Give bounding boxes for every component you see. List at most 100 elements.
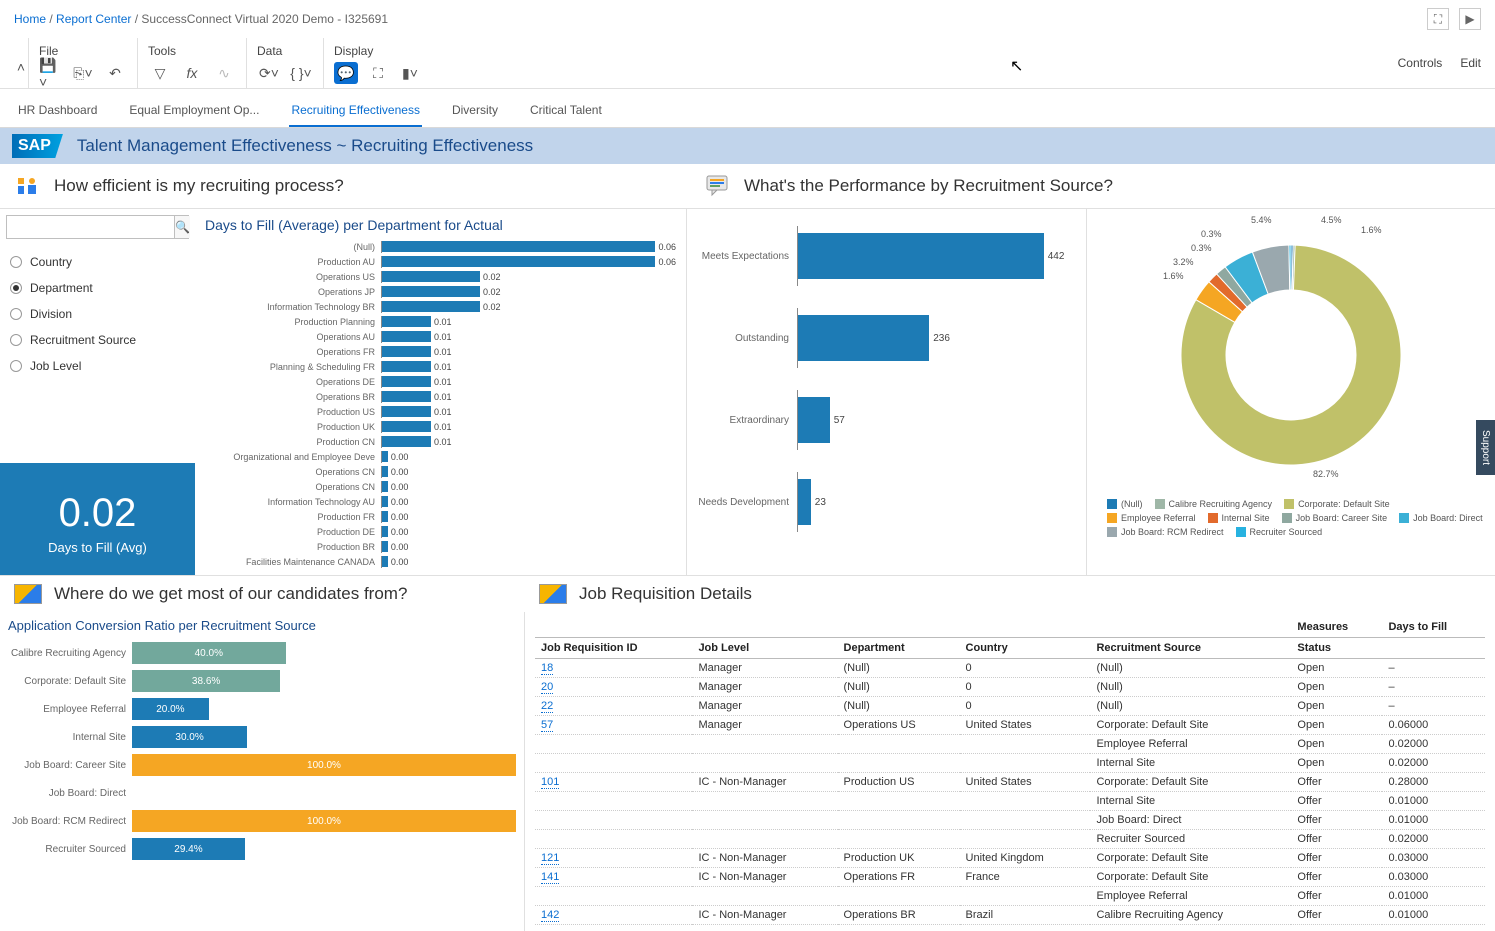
legend-item[interactable]: Recruiter Sourced [1236, 527, 1323, 537]
req-id-link[interactable]: 57 [541, 719, 553, 732]
legend-item[interactable]: Job Board: Career Site [1282, 513, 1388, 523]
table-row[interactable]: 57ManagerOperations USUnited StatesCorpo… [535, 716, 1485, 735]
search-input[interactable] [7, 216, 174, 238]
filter-country[interactable]: Country [10, 249, 185, 275]
bar-row[interactable]: Operations FR0.01 [199, 344, 676, 359]
perf-bar-row[interactable]: Outstanding236 [697, 297, 1076, 379]
conv-bar-row[interactable]: Corporate: Default Site38.6% [8, 667, 516, 695]
req-id-link[interactable]: 101 [541, 776, 559, 789]
table-row[interactable]: Employee ReferralOpen0.02000 [535, 735, 1485, 754]
table-row[interactable]: 20Manager(Null)0(Null)Open– [535, 678, 1485, 697]
conv-bar-row[interactable]: Job Board: Direct [8, 779, 516, 807]
bar-row[interactable]: Operations AU0.01 [199, 329, 676, 344]
collapse-icon[interactable]: ˄ [14, 56, 28, 78]
bar-row[interactable]: Operations DE0.01 [199, 374, 676, 389]
conv-bar-row[interactable]: Internal Site30.0% [8, 723, 516, 751]
braces-icon[interactable]: { }˅ [289, 62, 313, 84]
copy-icon[interactable]: ⎘˅ [71, 62, 95, 84]
filter-department[interactable]: Department [10, 275, 185, 301]
bar-row[interactable]: Information Technology AU0.00 [199, 494, 676, 509]
menu-tools[interactable]: Tools [148, 42, 236, 62]
filter-division[interactable]: Division [10, 301, 185, 327]
req-id-link[interactable]: 18 [541, 662, 553, 675]
link-icon[interactable]: ∿ [212, 62, 236, 84]
legend-item[interactable]: Job Board: RCM Redirect [1107, 527, 1224, 537]
perf-bar-row[interactable]: Needs Development23 [697, 461, 1076, 543]
col-header[interactable] [1382, 638, 1485, 659]
col-header[interactable]: Status [1291, 638, 1382, 659]
bar-row[interactable]: Organizational and Employee Deve0.00 [199, 449, 676, 464]
breadcrumb-home[interactable]: Home [14, 12, 46, 26]
bar-row[interactable]: Operations CN0.00 [199, 464, 676, 479]
expand-icon[interactable]: ⛶ [1427, 8, 1449, 30]
legend-item[interactable]: Employee Referral [1107, 513, 1196, 523]
play-icon[interactable]: ▶ [1459, 8, 1481, 30]
table-row[interactable]: Job Board: DirectOffer0.01000 [535, 811, 1485, 830]
table-row[interactable]: 141IC - Non-ManagerOperations FRFranceCo… [535, 868, 1485, 887]
table-row[interactable]: 22Manager(Null)0(Null)Open– [535, 697, 1485, 716]
table-row[interactable]: Internal SiteOffer0.01000 [535, 792, 1485, 811]
revert-icon[interactable]: ↶ [103, 62, 127, 84]
req-id-link[interactable]: 20 [541, 681, 553, 694]
perf-bar-row[interactable]: Extraordinary57 [697, 379, 1076, 461]
legend-item[interactable]: (Null) [1107, 499, 1143, 509]
conv-bar-row[interactable]: Calibre Recruiting Agency40.0% [8, 639, 516, 667]
support-tab[interactable]: Support [1476, 420, 1495, 475]
bar-row[interactable]: Planning & Scheduling FR0.01 [199, 359, 676, 374]
bar-row[interactable]: Production BR0.00 [199, 539, 676, 554]
filter-job-level[interactable]: Job Level [10, 353, 185, 379]
bar-row[interactable]: Facilities Maintenance CANADA0.00 [199, 554, 676, 569]
conv-bar-row[interactable]: Job Board: Career Site100.0% [8, 751, 516, 779]
tab-diversity[interactable]: Diversity [450, 97, 500, 127]
bar-row[interactable]: Production DE0.00 [199, 524, 676, 539]
bar-row[interactable]: Production AU0.06 [199, 254, 676, 269]
table-row[interactable]: Recruiter SourcedOffer0.02000 [535, 830, 1485, 849]
table-row[interactable]: 121IC - Non-ManagerProduction UKUnited K… [535, 849, 1485, 868]
menu-display[interactable]: Display [334, 42, 422, 62]
controls-link[interactable]: Controls [1398, 56, 1443, 70]
tab-critical-talent[interactable]: Critical Talent [528, 97, 604, 127]
bar-row[interactable]: Production FR0.00 [199, 509, 676, 524]
perf-bar-row[interactable]: Meets Expectations442 [697, 215, 1076, 297]
bar-row[interactable]: Operations BR0.01 [199, 389, 676, 404]
bar-row[interactable]: Production Planning0.01 [199, 314, 676, 329]
tab-equal-employment-op-[interactable]: Equal Employment Op... [127, 97, 261, 127]
conv-bar-row[interactable]: Job Board: RCM Redirect100.0% [8, 807, 516, 835]
bar-row[interactable]: Production US0.01 [199, 404, 676, 419]
legend-item[interactable]: Internal Site [1208, 513, 1270, 523]
legend-item[interactable]: Job Board: Direct [1399, 513, 1483, 523]
bar-row[interactable]: Operations CN0.00 [199, 479, 676, 494]
table-row[interactable]: Internal SiteOpen0.02000 [535, 754, 1485, 773]
col-header[interactable]: Recruitment Source [1090, 638, 1291, 659]
legend-item[interactable]: Calibre Recruiting Agency [1155, 499, 1273, 509]
table-row[interactable]: 142IC - Non-ManagerOperations BRBrazilCa… [535, 906, 1485, 925]
bookmark-icon[interactable]: ▮˅ [398, 62, 422, 84]
bar-row[interactable]: Production CN0.01 [199, 434, 676, 449]
table-row[interactable]: 18Manager(Null)0(Null)Open– [535, 659, 1485, 678]
req-id-link[interactable]: 142 [541, 909, 559, 922]
tab-recruiting-effectiveness[interactable]: Recruiting Effectiveness [289, 97, 422, 127]
bar-row[interactable]: Operations US0.02 [199, 269, 676, 284]
table-row[interactable]: 101IC - Non-ManagerProduction USUnited S… [535, 773, 1485, 792]
filter-icon[interactable]: ▽ [148, 62, 172, 84]
filter-recruitment-source[interactable]: Recruitment Source [10, 327, 185, 353]
bar-row[interactable]: Operations JP0.02 [199, 284, 676, 299]
bar-row[interactable]: Production UK0.01 [199, 419, 676, 434]
col-header[interactable]: Department [838, 638, 960, 659]
comment-icon[interactable]: 💬 [334, 62, 358, 84]
tab-hr-dashboard[interactable]: HR Dashboard [16, 97, 99, 127]
refresh-icon[interactable]: ⟳˅ [257, 62, 281, 84]
bar-row[interactable]: (Null)0.06 [199, 239, 676, 254]
req-id-link[interactable]: 22 [541, 700, 553, 713]
table-row[interactable]: Employee ReferralOffer0.01000 [535, 887, 1485, 906]
formula-icon[interactable]: fx [180, 62, 204, 84]
search-icon[interactable]: 🔍 [174, 216, 190, 238]
menu-data[interactable]: Data [257, 42, 313, 62]
req-id-link[interactable]: 141 [541, 871, 559, 884]
donut-svg[interactable]: 5.4%4.5%1.6%0.3%0.3%3.2%1.6%82.7% [1121, 215, 1461, 495]
save-icon[interactable]: 💾˅ [39, 62, 63, 84]
conv-bar-row[interactable]: Employee Referral20.0% [8, 695, 516, 723]
fullscreen-icon[interactable]: ⛶ [366, 62, 390, 84]
legend-item[interactable]: Corporate: Default Site [1284, 499, 1390, 509]
col-header[interactable]: Country [960, 638, 1091, 659]
